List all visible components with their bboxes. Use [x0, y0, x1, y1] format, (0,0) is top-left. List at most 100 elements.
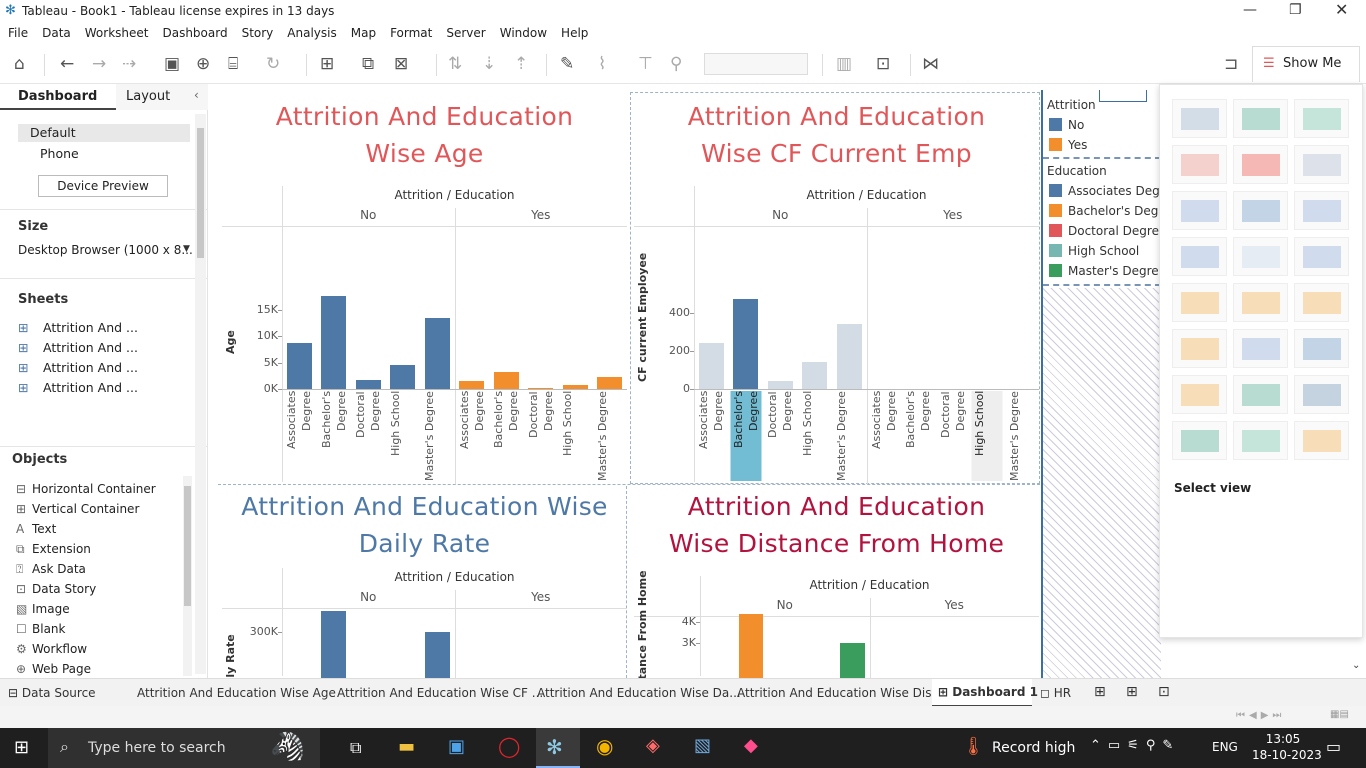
- legend-item[interactable]: High School: [1049, 244, 1161, 264]
- sheet-item[interactable]: ⊞ Attrition And ...: [18, 340, 138, 360]
- format-painter-icon[interactable]: ⊐: [1224, 56, 1238, 73]
- tab-nav-icons[interactable]: ⏮◀▶⏭: [1236, 710, 1285, 721]
- presentation-icon[interactable]: ⊡: [876, 56, 890, 73]
- bar[interactable]: [355, 380, 381, 389]
- x-tick-label[interactable]: Doctoral Degree: [765, 391, 796, 481]
- sort-desc-icon[interactable]: ⇡: [514, 56, 528, 73]
- menu-story[interactable]: Story: [234, 24, 280, 40]
- bar[interactable]: [286, 342, 312, 389]
- x-tick-label[interactable]: Bachelor's Degree: [319, 391, 350, 481]
- store-icon[interactable]: ▣: [448, 736, 465, 757]
- legend-item[interactable]: Bachelor's Degree: [1049, 204, 1161, 224]
- chart-type-thumbnail[interactable]: [1172, 191, 1227, 230]
- new-dashboard-tab-icon[interactable]: ⊞: [1126, 684, 1138, 700]
- chart-zone[interactable]: Attrition And Education Wise CF Current …: [634, 94, 1039, 484]
- tab-hr[interactable]: ◻ HR: [1040, 686, 1071, 700]
- sort-asc-icon[interactable]: ⇣: [482, 56, 496, 73]
- wps-icon[interactable]: ◆: [744, 735, 758, 756]
- file-explorer-icon[interactable]: ▬: [398, 736, 415, 757]
- object-extension[interactable]: ⧉ Extension: [16, 542, 156, 562]
- bar[interactable]: [836, 324, 862, 389]
- object-text[interactable]: A Text: [16, 522, 156, 542]
- grid-view-icon[interactable]: ▦▤: [1330, 709, 1349, 720]
- home-icon[interactable]: ⌂: [14, 56, 25, 73]
- replay-icon[interactable]: ⇢: [122, 56, 136, 73]
- bar[interactable]: [459, 381, 485, 389]
- x-tick-label[interactable]: High School: [972, 391, 1003, 481]
- close-icon[interactable]: ✕: [1335, 0, 1348, 19]
- photos-icon[interactable]: ▧: [694, 735, 711, 756]
- legend-item[interactable]: Associates Degree: [1049, 184, 1161, 204]
- device-default[interactable]: Default: [18, 124, 190, 142]
- size-dropdown[interactable]: Desktop Browser (1000 x 8...: [18, 243, 192, 257]
- chart-zone[interactable]: Attrition And Education Wise Distance Fr…: [634, 488, 1039, 678]
- new-worksheet-icon[interactable]: ⊞: [320, 56, 334, 73]
- tab-sheet-distance[interactable]: Attrition And Education Wise Dis...: [737, 686, 943, 700]
- bar[interactable]: [802, 362, 828, 389]
- notification-icon[interactable]: ▭: [1326, 737, 1341, 756]
- legend-item[interactable]: No: [1049, 118, 1161, 138]
- tab-data-source[interactable]: ⊟ Data Source: [8, 686, 96, 700]
- chart-type-thumbnail[interactable]: [1233, 145, 1288, 184]
- menu-help[interactable]: Help: [553, 24, 594, 40]
- redo-icon[interactable]: →: [92, 56, 106, 73]
- show-me-button[interactable]: ☰ Show Me: [1252, 46, 1360, 82]
- chart-zone[interactable]: Attrition And Education Wise Daily Rate A…: [222, 488, 627, 678]
- object-image[interactable]: ▧ Image: [16, 602, 156, 622]
- chart-type-thumbnail[interactable]: [1172, 145, 1227, 184]
- bar[interactable]: [738, 614, 764, 678]
- bar[interactable]: [424, 318, 450, 389]
- object-data-story[interactable]: ⊡ Data Story: [16, 582, 156, 602]
- object-blank[interactable]: ☐ Blank: [16, 622, 156, 642]
- show-cards-icon[interactable]: ▥: [836, 56, 852, 73]
- chart-type-thumbnail[interactable]: [1172, 283, 1227, 322]
- windows-start-icon[interactable]: ⊞: [14, 737, 29, 758]
- legend-item[interactable]: Yes: [1049, 138, 1161, 158]
- x-tick-label[interactable]: Doctoral Degree: [353, 391, 384, 481]
- x-tick-label[interactable]: Master's Degree: [595, 391, 626, 481]
- collapse-icon[interactable]: ‹: [194, 88, 199, 102]
- bar[interactable]: [390, 364, 416, 389]
- new-worksheet-tab-icon[interactable]: ⊞: [1094, 684, 1106, 700]
- x-tick-label[interactable]: High School: [560, 391, 591, 481]
- bar[interactable]: [767, 381, 793, 389]
- bar[interactable]: [528, 387, 554, 389]
- x-tick-label[interactable]: Associates Degree: [696, 391, 727, 481]
- x-tick-label[interactable]: Doctoral Degree: [938, 391, 969, 481]
- sheet-item[interactable]: ⊞ Attrition And ...: [18, 320, 138, 340]
- chart-type-thumbnail[interactable]: [1233, 237, 1288, 276]
- new-datasource-icon[interactable]: ⊕: [196, 56, 210, 73]
- legend-item[interactable]: Doctoral Degree: [1049, 224, 1161, 244]
- bar[interactable]: [597, 377, 623, 389]
- menu-map[interactable]: Map: [343, 24, 382, 40]
- x-tick-label[interactable]: Master's Degree: [1007, 391, 1038, 481]
- chart-type-thumbnail[interactable]: [1172, 237, 1227, 276]
- chart-type-thumbnail[interactable]: [1172, 99, 1227, 138]
- tab-dashboard[interactable]: Dashboard: [0, 84, 116, 110]
- device-preview-button[interactable]: Device Preview: [38, 175, 168, 197]
- chrome-icon[interactable]: ◉: [596, 734, 613, 758]
- bar[interactable]: [698, 343, 724, 389]
- device-phone[interactable]: Phone: [40, 146, 79, 161]
- tab-sheet-cf[interactable]: Attrition And Education Wise CF ...: [337, 686, 543, 700]
- menu-format[interactable]: Format: [382, 24, 438, 40]
- x-tick-label[interactable]: Associates Degree: [284, 391, 315, 481]
- menu-file[interactable]: File: [0, 24, 34, 40]
- menu-data[interactable]: Data: [34, 24, 77, 40]
- save-icon[interactable]: ▣: [164, 56, 180, 73]
- object-horizontal-container[interactable]: ⊟ Horizontal Container: [16, 482, 156, 502]
- chart-type-thumbnail[interactable]: [1294, 145, 1349, 184]
- x-tick-label[interactable]: Bachelor's Degree: [903, 391, 934, 481]
- bar[interactable]: [493, 371, 519, 389]
- sheet-item[interactable]: ⊞ Attrition And ...: [18, 360, 138, 380]
- language-indicator[interactable]: ENG: [1212, 740, 1238, 754]
- tray-icons[interactable]: ⌃▭⚟⚲✎: [1090, 738, 1180, 753]
- pause-updates-icon[interactable]: ⌸: [228, 56, 238, 73]
- bar[interactable]: [321, 296, 347, 389]
- share-icon[interactable]: ⋈: [922, 56, 939, 73]
- chevron-down-icon[interactable]: ▼: [183, 244, 190, 254]
- taskbar-search[interactable]: ⌕ Type here to search 🦓: [48, 728, 320, 768]
- x-tick-label[interactable]: Master's Degree: [834, 391, 865, 481]
- x-tick-label[interactable]: Associates Degree: [869, 391, 900, 481]
- menu-dashboard[interactable]: Dashboard: [154, 24, 233, 40]
